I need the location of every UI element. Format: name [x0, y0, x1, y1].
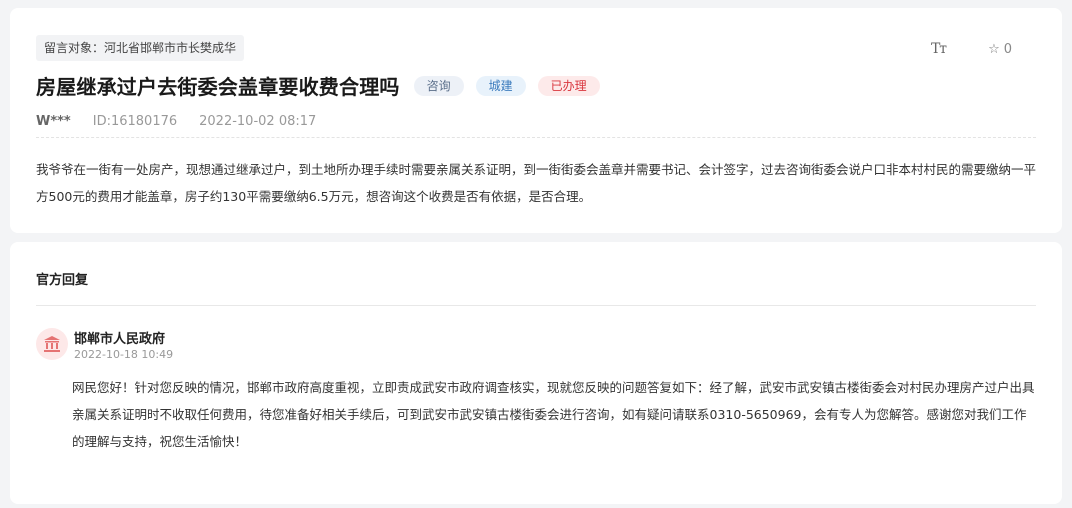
message-content: 我爷爷在一街有一处房产，现想通过继承过户，到土地所办理手续时需要亲属关系证明，到… — [36, 162, 1037, 204]
reply-section-title: 官方回复 — [36, 273, 89, 288]
badge-category: 城建 — [475, 75, 526, 96]
badge-type: 咨询 — [413, 75, 464, 96]
message-meta: W*** ID:16180176 2022-10-02 08:17 — [36, 114, 316, 129]
recipient-tag: 留言对象：河北省邯郸市市长樊成华 — [36, 35, 245, 61]
message-datetime: 2022-10-02 08:17 — [199, 114, 317, 129]
star-icon: ☆ — [988, 41, 1000, 57]
author-name: W*** — [36, 114, 71, 129]
message-title: 房屋继承过户去街委会盖章要收费合理吗 — [36, 75, 400, 99]
favorite-button[interactable]: ☆ 0 — [988, 42, 1012, 57]
title-row: 房屋继承过户去街委会盖章要收费合理吗 咨询 城建 已办理 — [36, 71, 600, 100]
government-building-icon — [36, 328, 68, 360]
reply-date: 2022-10-18 10:49 — [74, 348, 174, 361]
font-size-button[interactable]: Tт — [930, 41, 947, 57]
reply-divider — [36, 305, 1036, 306]
badge-status: 已办理 — [537, 75, 600, 96]
org-name: 邯郸市人民政府 — [74, 332, 166, 347]
reply-content: 网民您好！针对您反映的情况，邯郸市政府高度重视，立即责成武安市政府调查核实，现就… — [72, 380, 1035, 449]
favorite-count: 0 — [1003, 41, 1012, 57]
message-id: ID:16180176 — [92, 114, 178, 129]
font-size-icon: Tт — [930, 41, 947, 57]
toolbar: Tт ☆ 0 — [931, 41, 1012, 57]
meta-divider — [36, 137, 1036, 138]
message-card: 留言对象：河北省邯郸市市长樊成华 Tт ☆ 0 房屋继承过户去街委会盖章要收费合… — [10, 8, 1062, 233]
reply-card: 官方回复 邯郸市人民政府 2022-10-18 10:49 网民您好！针对您反映… — [10, 242, 1062, 504]
